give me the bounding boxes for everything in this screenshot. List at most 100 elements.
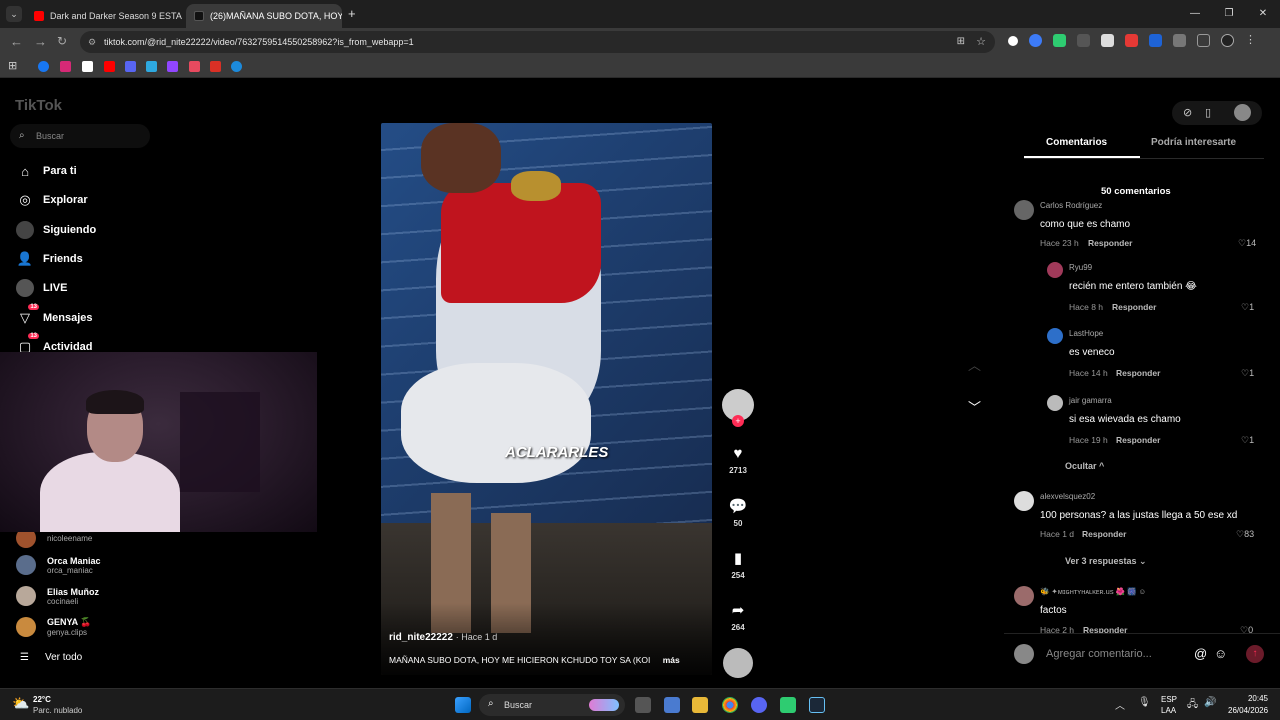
author-avatar-button[interactable]: + xyxy=(722,389,754,427)
chevron-down-icon[interactable]: ﹀ xyxy=(968,397,981,416)
video-author[interactable]: rid_nite22222 xyxy=(389,632,453,643)
tab-tiktok[interactable]: (26)MAÑANA SUBO DOTA, HOY ✕ xyxy=(186,4,342,28)
like-button[interactable]: ♥ 2713 xyxy=(722,445,754,475)
file-explorer-icon[interactable] xyxy=(692,697,708,713)
close-window-icon[interactable]: ✕ xyxy=(1246,0,1280,28)
bookmark-icon[interactable] xyxy=(231,61,242,72)
hide-replies-button[interactable]: Ocultar ^ xyxy=(1065,461,1104,471)
emoji-icon[interactable]: ☺ xyxy=(1214,646,1227,661)
following-account[interactable]: Orca Maniac orca_maniac xyxy=(16,555,101,575)
profile-avatar[interactable] xyxy=(1234,104,1251,121)
gmail-icon[interactable] xyxy=(210,61,221,72)
task-view-icon[interactable] xyxy=(635,697,651,713)
language-layout[interactable]: LAA xyxy=(1161,706,1176,715)
reply-button[interactable]: Responder xyxy=(1082,529,1126,539)
youtube-icon[interactable] xyxy=(104,61,115,72)
discord-icon[interactable] xyxy=(751,697,767,713)
extension-icon[interactable] xyxy=(1029,34,1042,47)
menu-icon[interactable]: ⋮ xyxy=(1245,34,1258,47)
compass-icon[interactable]: ⊘ xyxy=(1183,106,1192,119)
avatar[interactable] xyxy=(1047,262,1063,278)
more-link[interactable]: más xyxy=(663,655,680,665)
chevron-up-icon[interactable]: ︿ xyxy=(1115,697,1125,712)
avatar[interactable] xyxy=(1047,328,1063,344)
tab-comentarios[interactable]: Comentarios xyxy=(1046,137,1107,148)
following-account[interactable]: GENYA 🍒 genya.clips xyxy=(16,617,92,637)
comment-user[interactable]: alexvelsquez02 xyxy=(1040,492,1095,501)
shield-icon[interactable] xyxy=(1053,34,1066,47)
nav-friends[interactable]: 👤 Friends xyxy=(16,248,83,270)
comment-button[interactable]: 💬 50 xyxy=(722,497,754,528)
comment-user[interactable]: jair gamarra xyxy=(1069,396,1112,405)
like-count[interactable]: ♡1 xyxy=(1241,368,1254,379)
nav-para-ti[interactable]: ⌂ Para ti xyxy=(16,160,77,182)
mention-icon[interactable]: @ xyxy=(1194,646,1207,661)
language-code[interactable]: ESP xyxy=(1161,695,1177,704)
x-icon[interactable] xyxy=(82,61,93,72)
translate-icon[interactable]: ⊞ xyxy=(957,31,965,53)
tab-youtube[interactable]: Dark and Darker Season 9 ESTA ✕ xyxy=(26,4,182,28)
site-info-icon[interactable]: ⚙ xyxy=(88,31,96,53)
reply-button[interactable]: Responder xyxy=(1116,435,1160,445)
apps-grid-icon[interactable]: ⊞ xyxy=(8,59,17,72)
video-player[interactable]: ACLARARLES xyxy=(381,123,712,675)
nav-live[interactable]: LIVE xyxy=(16,277,67,299)
tab-search-icon[interactable]: ⌄ xyxy=(6,6,22,22)
clock-date[interactable]: 26/04/2026 xyxy=(1228,706,1268,715)
restore-icon[interactable]: ❐ xyxy=(1212,0,1246,28)
reply-button[interactable]: Responder xyxy=(1116,368,1160,378)
extension-icon[interactable] xyxy=(1149,34,1162,47)
avatar[interactable] xyxy=(1047,395,1063,411)
see-all-link[interactable]: ☰ Ver todo xyxy=(20,652,82,663)
tab-podria-interesarte[interactable]: Podría interesarte xyxy=(1151,137,1236,148)
following-account[interactable]: Elias Muñoz cocinaeli xyxy=(16,586,99,606)
app-icon[interactable] xyxy=(780,697,796,713)
steam-icon[interactable] xyxy=(809,697,825,713)
chrome-icon[interactable] xyxy=(722,697,738,713)
avatar[interactable] xyxy=(1014,586,1034,606)
weather-icon[interactable]: ⛅ xyxy=(12,695,29,712)
extension-icon[interactable] xyxy=(1101,34,1114,47)
reply-button[interactable]: Responder xyxy=(1112,302,1156,312)
chevron-up-icon[interactable]: ︿ xyxy=(968,355,981,374)
reading-list-icon[interactable] xyxy=(1197,34,1210,47)
extension-icon[interactable] xyxy=(1125,34,1138,47)
extension-icon[interactable] xyxy=(1077,34,1090,47)
puzzle-icon[interactable] xyxy=(1173,34,1186,47)
bookmark-icon[interactable] xyxy=(146,61,157,72)
network-icon[interactable]: 🖧 xyxy=(1187,697,1198,714)
taskbar-search[interactable]: ⌕ Buscar xyxy=(479,694,625,716)
comment-user[interactable]: Ryu99 xyxy=(1069,263,1092,272)
avatar[interactable] xyxy=(1014,200,1034,220)
instagram-icon[interactable] xyxy=(60,61,71,72)
comment-user[interactable]: Carlos Rodríguez xyxy=(1040,201,1102,210)
comment-user[interactable]: LastHope xyxy=(1069,329,1103,338)
share-button[interactable]: ➦ 264 xyxy=(722,601,754,632)
like-count[interactable]: ♡1 xyxy=(1241,435,1254,446)
sound-avatar[interactable] xyxy=(722,648,754,678)
volume-icon[interactable]: 🔊 xyxy=(1204,697,1216,708)
like-count[interactable]: ♡1 xyxy=(1241,302,1254,313)
avatar[interactable] xyxy=(1014,491,1034,511)
twitch-icon[interactable] xyxy=(167,61,178,72)
like-count[interactable]: ♡14 xyxy=(1238,238,1256,249)
back-icon[interactable]: ← xyxy=(10,34,23,49)
search-input[interactable]: ⌕ Buscar xyxy=(10,124,150,148)
bookmark-icon[interactable] xyxy=(189,61,200,72)
extension-icon[interactable] xyxy=(1008,36,1018,46)
url-field[interactable]: ⚙ tiktok.com/@rid_nite22222/video/763275… xyxy=(80,31,995,53)
new-tab-button[interactable]: + xyxy=(348,6,356,21)
profile-avatar[interactable] xyxy=(1221,34,1234,47)
windows-start-icon[interactable] xyxy=(455,697,471,713)
follow-plus-icon[interactable]: + xyxy=(732,415,744,427)
bookmark-star-icon[interactable]: ☆ xyxy=(976,31,986,53)
view-replies-button[interactable]: Ver 3 respuestas ⌄ xyxy=(1065,556,1147,567)
store-icon[interactable] xyxy=(664,697,680,713)
save-button[interactable]: ▮ 254 xyxy=(722,549,754,580)
nav-explorar[interactable]: ◎ Explorar xyxy=(16,189,87,211)
nav-mensajes[interactable]: ▽ 13 Mensajes xyxy=(16,304,93,329)
add-comment-input[interactable]: Agregar comentario... xyxy=(1046,648,1152,660)
like-count[interactable]: ♡83 xyxy=(1236,529,1254,540)
nav-siguiendo[interactable]: Siguiendo xyxy=(16,219,96,241)
microphone-icon[interactable]: 🎙 xyxy=(1138,697,1151,708)
